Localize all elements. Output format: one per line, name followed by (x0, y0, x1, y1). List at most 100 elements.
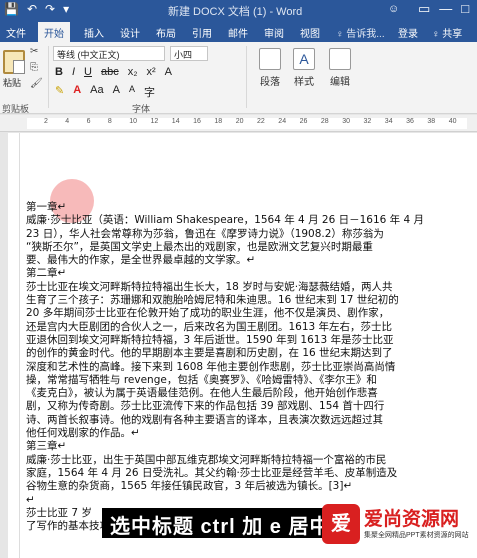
save-icon[interactable]: 💾 (4, 2, 19, 16)
minimize-button[interactable]: — (439, 1, 452, 17)
ribbon-tabs: 文件 开始 插入 设计 布局 引用 邮件 审阅 视图 ♀ 告诉我... 登录 ♀… (0, 20, 477, 42)
tab-mailings[interactable]: 邮件 (228, 25, 248, 40)
ruler-number: 24 (278, 118, 287, 125)
ruler-number: 20 (235, 118, 244, 125)
ruler-number: 40 (448, 118, 457, 125)
tab-view[interactable]: 视图 (300, 25, 320, 40)
ruler-number: 36 (406, 118, 414, 125)
window-title: 新建 DOCX 文档 (1) - Word (168, 6, 303, 18)
copy-icon[interactable]: ⎘ (30, 62, 38, 73)
paragraph-icon (259, 48, 281, 70)
text-line[interactable]: 剧，又称为传奇剧。莎士比亚流传下来的作品包括 39 部戏剧、154 首十四行 (26, 400, 471, 413)
tab-review[interactable]: 审阅 (264, 25, 284, 40)
horizontal-ruler[interactable]: 2 4 6 8 10 12 14 16 18 20 22 24 26 28 30 32 34 36 38 40 (0, 115, 477, 132)
tab-home[interactable]: 开始 (38, 22, 70, 42)
font-name-select[interactable]: 等线 (中文正文) (53, 46, 165, 61)
font-size-select[interactable]: 小四 (170, 46, 208, 61)
italic-button[interactable]: I (72, 66, 75, 78)
document-body[interactable]: 第一章↵ 威廉·莎士比亚（英语：William Shakespeare，1564 … (26, 201, 471, 533)
search-icon (329, 48, 351, 70)
ruler-number: 12 (150, 118, 159, 125)
change-case-button[interactable]: Aa (90, 84, 103, 100)
heading-line[interactable]: 第二章↵ (26, 267, 471, 280)
ruler-number: 14 (171, 118, 180, 125)
vertical-ruler[interactable] (8, 133, 20, 558)
watermark-text: 爱尚资源网 (364, 509, 460, 530)
text-line[interactable]: 深度和艺术性的高峰。接下来到 1608 年他主要创作悲剧，莎士比亚崇尚高尚情 (26, 361, 471, 374)
text-line[interactable]: “狭斯丕尔”，是英国文学史上最杰出的戏剧家，也是欧洲文艺复兴时期最重 (26, 241, 471, 254)
share-button[interactable]: ♀ 共享 (432, 25, 462, 40)
font-format-row: B I U abc x₂ x² A (55, 66, 172, 78)
text-line[interactable]: 《麦克白》，被认为属于英语最佳范例。在他人生最后阶段，他开始创作悲喜 (26, 387, 471, 400)
ruler-number: 28 (320, 118, 329, 125)
text-line[interactable]: 莎士比亚在埃文河畔斯特拉特福出生长大，18 岁时与安妮·海瑟薇结婚，两人共 (26, 281, 471, 294)
tab-insert[interactable]: 插入 (84, 25, 104, 40)
ribbon-home: 粘贴 ✂ ⎘ 🖌 剪贴板 等线 (中文正文) 小四 B I U abc x₂ x… (0, 42, 477, 114)
highlight-color-icon[interactable]: ✎ (55, 84, 64, 100)
underline-button[interactable]: U (84, 66, 92, 78)
paste-button-label[interactable]: 粘贴 (3, 76, 21, 89)
text-line[interactable]: 谷物生意的杂货商，1565 年接任镇民政官，3 年后被选为镇长。[3]↵ (26, 480, 471, 493)
maximize-button[interactable]: □ (461, 1, 469, 17)
text-line[interactable]: 的创作的黄金时代。他的早期剧本主要是喜剧和历史剧，在 16 世纪末期达到了 (26, 347, 471, 360)
styles-icon: A (293, 48, 315, 70)
user-icon[interactable]: ☺ (388, 3, 399, 15)
text-line[interactable]: 23 日），华人社会常尊称为莎翁，鲁迅在《摩罗诗力说》（1908.2）称莎翁为 (26, 228, 471, 241)
heading-line[interactable]: 第一章↵ (26, 201, 471, 214)
text-line[interactable]: 20 多年期间莎士比亚在伦敦开始了成功的职业生涯，他不仅是演员、剧作家， (26, 307, 471, 320)
ruler-number: 16 (193, 118, 201, 125)
title-bar: 💾 ↶ ↷ ▾ 新建 DOCX 文档 (1) - Word ☺ ▭ — □ ✕ (0, 0, 477, 20)
styles-label: 样式 (294, 77, 314, 88)
ruler-number: 38 (427, 118, 436, 125)
bold-button[interactable]: B (55, 66, 63, 78)
text-line[interactable]: 生育了三个孩子：苏珊娜和双胞胎哈姆尼特和朱迪思。16 世纪末到 17 世纪初的 (26, 294, 471, 307)
format-painter-icon[interactable]: 🖌 (30, 78, 43, 89)
watermark: 爱 爱尚资源网 集聚全网精品PPT素材资源的网站 (322, 502, 477, 558)
font-color-row: ✎ A Aa A A 字 (55, 84, 155, 100)
paste-icon[interactable] (3, 50, 25, 74)
text-line[interactable]: 威廉·莎士比亚，出生于英国中部瓦维克郡埃文河畔斯特拉特福一个富裕的市民 (26, 454, 471, 467)
watermark-logo: 爱 (322, 504, 360, 544)
cut-icon[interactable]: ✂ (30, 46, 38, 57)
strikethrough-button[interactable]: abc (101, 66, 119, 78)
tab-references[interactable]: 引用 (192, 25, 212, 40)
heading-line[interactable]: 第三章↵ (26, 440, 471, 453)
tab-file[interactable]: 文件 (6, 25, 26, 40)
tab-layout[interactable]: 布局 (156, 25, 176, 40)
text-line[interactable]: 诗、两首长叙事诗。他的戏剧有各种主要语言的译本，且表演次数远远超过其 (26, 414, 471, 427)
ruler-number: 26 (299, 118, 308, 125)
tab-design[interactable]: 设计 (120, 25, 140, 40)
text-line[interactable]: 亚退休回到埃文河畔斯特拉特福，3 年后逝世。1590 年到 1613 年是莎士比… (26, 334, 471, 347)
ribbon-display-options-icon[interactable]: ▭ (418, 1, 430, 17)
undo-icon[interactable]: ↶ (27, 2, 37, 16)
font-group-label: 字体 (132, 104, 151, 114)
font-color-button[interactable]: A (73, 84, 81, 100)
styles-group[interactable]: A 样式 (284, 46, 324, 88)
ribbon-separator (48, 46, 49, 108)
window-controls: ▭ — □ ✕ (418, 1, 477, 17)
ruler-number: 8 (107, 118, 112, 125)
superscript-button[interactable]: x² (147, 66, 156, 78)
ruler-number: 22 (257, 118, 265, 125)
editing-group[interactable]: 编辑 (320, 46, 360, 88)
shrink-font-button[interactable]: A (129, 84, 135, 100)
ruler-number: 32 (363, 118, 372, 125)
ruler-number: 30 (342, 118, 350, 125)
customize-qat-icon[interactable]: ▾ (63, 2, 69, 16)
clear-formatting-button[interactable]: A (165, 66, 172, 78)
phonetic-guide-button[interactable]: 字 (144, 84, 155, 100)
text-line[interactable]: 威廉·莎士比亚（英语：William Shakespeare，1564 年 4 … (26, 214, 471, 227)
text-line[interactable]: 家庭，1564 年 4 月 26 日受洗礼。其父约翰·莎士比亚是经营羊毛、皮革制… (26, 467, 471, 480)
ruler-number: 2 (44, 118, 48, 125)
login-link[interactable]: 登录 (398, 25, 418, 40)
redo-icon[interactable]: ↷ (45, 2, 55, 16)
text-line[interactable]: 要、最伟大的作家，是全世界最卓越的文学家。↵ (26, 254, 471, 267)
text-line[interactable]: 他任何戏剧家的作品。↵ (26, 427, 471, 440)
tell-me-search[interactable]: ♀ 告诉我... (336, 25, 385, 40)
ruler-number: 34 (384, 118, 393, 125)
document-page[interactable]: 第一章↵ 威廉·莎士比亚（英语：William Shakespeare，1564 … (20, 133, 477, 558)
text-line[interactable]: 还是宫内大臣剧团的合伙人之一，后来改名为国王剧团。1613 年左右，莎士比 (26, 321, 471, 334)
text-line[interactable]: 操，常常描写牺牲与 revenge，包括《奥赛罗》、《哈姆雷特》、《李尔王》和 (26, 374, 471, 387)
subscript-button[interactable]: x₂ (128, 66, 138, 78)
grow-font-button[interactable]: A (113, 84, 120, 100)
